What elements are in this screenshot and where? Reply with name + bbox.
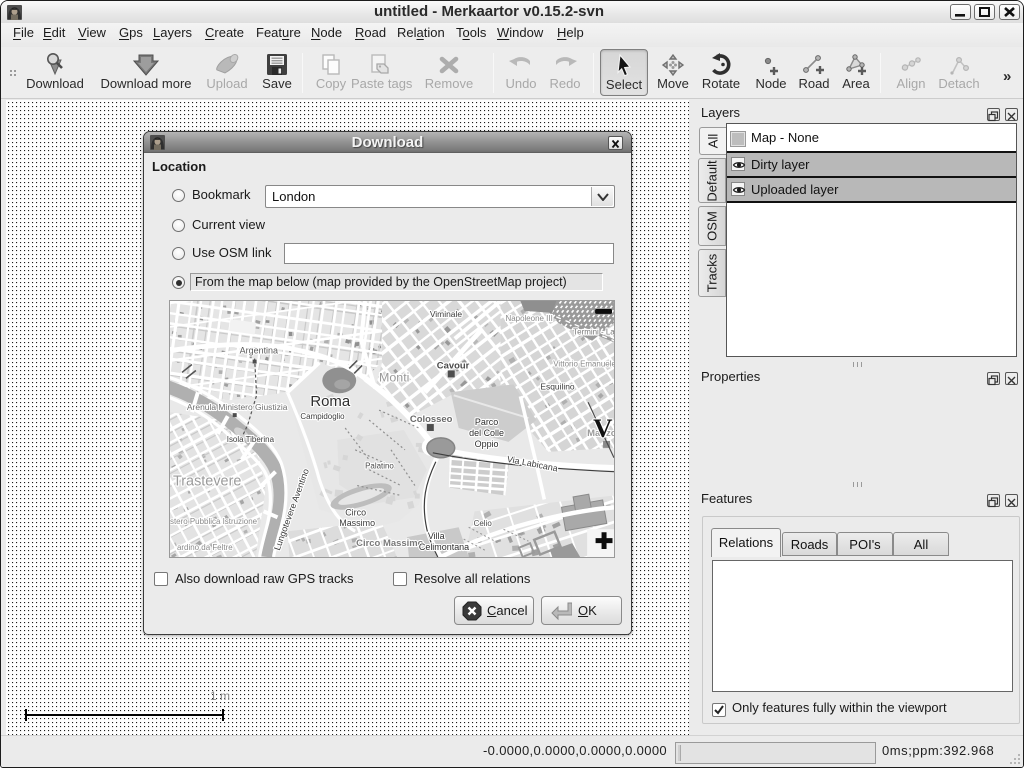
svg-text:Esquilino: Esquilino bbox=[540, 381, 575, 391]
svg-text:Celio: Celio bbox=[474, 519, 493, 528]
svg-text:Arenula Ministero Giustizia: Arenula Ministero Giustizia bbox=[187, 402, 288, 412]
svg-text:Circo: Circo bbox=[345, 507, 366, 517]
svg-text:Napoleone III: Napoleone III bbox=[505, 314, 552, 323]
svg-text:Circo Massimo: Circo Massimo bbox=[356, 538, 423, 549]
svg-text:Cavour: Cavour bbox=[437, 360, 470, 371]
svg-text:V: V bbox=[593, 413, 613, 443]
svg-text:Campidoglio: Campidoglio bbox=[300, 412, 345, 421]
svg-text:stero Pubblica Istruzione: stero Pubblica Istruzione bbox=[170, 517, 258, 526]
svg-text:del Colle: del Colle bbox=[469, 428, 504, 438]
svg-text:Vittorio Emanuele: Vittorio Emanuele bbox=[553, 359, 614, 368]
svg-text:Roma: Roma bbox=[310, 394, 351, 410]
svg-text:Villa: Villa bbox=[428, 531, 445, 541]
svg-text:Viminale: Viminale bbox=[430, 309, 463, 319]
svg-text:Monti: Monti bbox=[379, 370, 409, 384]
svg-text:Isola Tiberina: Isola Tiberina bbox=[227, 435, 275, 444]
svg-text:ardino da Feltre: ardino da Feltre bbox=[177, 543, 233, 552]
svg-text:Termini - La: Termini - La bbox=[573, 328, 614, 337]
svg-text:Colosseo: Colosseo bbox=[410, 414, 453, 425]
svg-text:Palatino: Palatino bbox=[365, 462, 394, 471]
svg-text:Oppio: Oppio bbox=[475, 439, 499, 449]
svg-text:Celimontana: Celimontana bbox=[419, 542, 469, 552]
svg-text:Massimo: Massimo bbox=[339, 518, 375, 528]
svg-text:Parco: Parco bbox=[475, 417, 498, 427]
svg-text:Argentina: Argentina bbox=[240, 346, 278, 356]
svg-text:Trastevere: Trastevere bbox=[173, 474, 241, 490]
